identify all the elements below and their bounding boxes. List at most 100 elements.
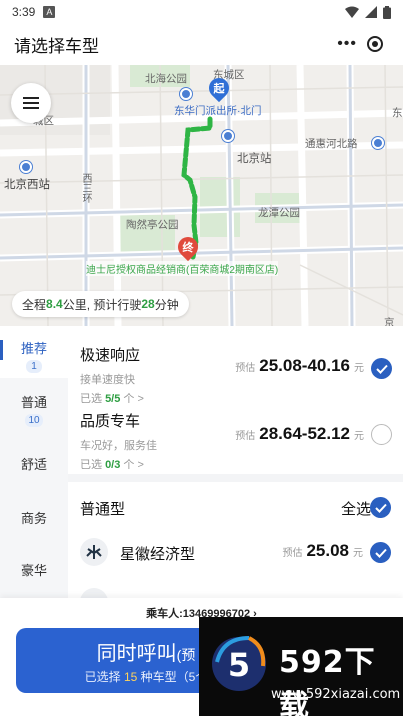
battery-icon — [383, 5, 391, 19]
map-label-west-ring: 西三环 — [80, 173, 91, 203]
select-all-checkbox[interactable] — [370, 497, 391, 518]
end-marker-label: 终 — [182, 242, 194, 254]
checkbox-unchecked[interactable] — [371, 424, 392, 445]
tab-business[interactable]: 商务 — [0, 490, 68, 542]
price-prefix: 预估 — [235, 431, 256, 442]
app-root: 3:39 A 请选择车型 ••• 北海公园 东城区 城区 东华门派出所·北门 北… — [0, 0, 403, 716]
price-unit: 元 — [354, 431, 364, 442]
map-label-taoranting: 陶然亭公园 — [126, 219, 179, 231]
train-station-icon — [222, 130, 234, 142]
call-sub-prefix: 已选择 — [84, 670, 124, 684]
option-selected-count[interactable]: 已选 5/5 个 > — [80, 390, 392, 406]
train-station-icon — [372, 137, 384, 149]
watermark-logo-digit: 5 — [228, 646, 250, 684]
title-bar: 请选择车型 ••• — [0, 24, 403, 64]
price-prefix: 预估 — [235, 363, 256, 374]
price-prefix: 预估 — [282, 548, 303, 559]
car-type-panel: 推荐 1 普通 10 舒适 商务 豪华 极速响应 接单速度快 已选 5/5 个 — [0, 326, 403, 598]
select-all-label[interactable]: 全选 — [341, 498, 371, 519]
sel-prefix: 已选 — [80, 393, 106, 405]
price-unit: 元 — [354, 363, 364, 374]
more-dots-icon[interactable]: ••• — [337, 36, 357, 52]
price-value: 25.08 — [306, 541, 349, 560]
status-icons — [345, 5, 391, 19]
summary-mid: 公里, 预计行驶 — [62, 297, 142, 312]
price-value: 28.64-52.12 — [259, 424, 350, 443]
watermark-title: 592下载 — [279, 645, 376, 716]
tab-label: 普通 — [20, 395, 47, 410]
status-bar: 3:39 A — [0, 0, 403, 24]
watermark-logo-icon: 5 — [212, 636, 266, 691]
map-label-beijing-west: 北京西站 — [4, 179, 50, 191]
map-label-end-poi: 迪士尼授权商品经销商(百荣商城2期南区店) — [86, 261, 279, 276]
hamburger-icon — [23, 97, 39, 109]
call-main-tail: (预 — [176, 647, 196, 663]
price-estimate: 预估 28.64-52.12 元 — [235, 424, 364, 444]
sel-count: 5/5 — [105, 393, 121, 405]
tab-label: 商务 — [20, 511, 47, 526]
option-selected-count[interactable]: 已选 0/3 个 > — [80, 456, 392, 472]
tab-label: 舒适 — [20, 457, 47, 472]
car-brand-icon — [80, 538, 108, 566]
train-station-icon — [20, 161, 32, 173]
sel-prefix: 已选 — [80, 459, 106, 471]
start-marker: 起 — [204, 73, 234, 104]
tab-luxury[interactable]: 豪华 — [0, 542, 68, 598]
checkmark-icon — [375, 364, 388, 374]
tab-comfort[interactable]: 舒适 — [0, 434, 68, 490]
summary-prefix: 全程 — [22, 297, 47, 312]
price-estimate: 预估 25.08-40.16 元 — [235, 356, 364, 376]
map-label-tonghui: 通惠河北路 — [305, 138, 358, 150]
route-summary: 全程 8.4 公里, 预计行驶 28 分钟 — [12, 291, 189, 317]
target-close-icon[interactable] — [367, 36, 383, 52]
sel-suffix: 个 > — [120, 459, 144, 471]
option-list: 极速响应 接单速度快 已选 5/5 个 > 预估 25.08-40.16 元 品… — [68, 326, 403, 598]
map-label-beijing-station: 北京站 — [237, 153, 272, 165]
car-checkbox[interactable] — [370, 542, 391, 563]
price-unit: 元 — [353, 548, 363, 559]
notification-a-icon: A — [43, 6, 56, 18]
police-station-icon — [180, 88, 192, 100]
wifi-icon — [345, 6, 359, 18]
summary-minutes: 28 — [141, 297, 155, 311]
tab-label: 推荐 — [20, 341, 47, 356]
summary-distance: 8.4 — [46, 297, 63, 311]
car-name: 星徽经济型 — [120, 546, 196, 563]
start-marker-label: 起 — [213, 83, 225, 95]
status-left: 3:39 A — [12, 5, 56, 19]
tab-badge: 1 — [26, 360, 42, 373]
call-sub-count: 15 — [123, 670, 138, 684]
map-menu-button[interactable] — [11, 83, 51, 123]
car-brand-icon — [80, 588, 108, 598]
tab-normal[interactable]: 普通 10 — [0, 378, 68, 434]
option-quality[interactable]: 品质专车 车况好，服务佳 已选 0/3 个 > 预估 28.64-52.12 元 — [80, 410, 392, 471]
watermark-url: www.592xiazai.com — [271, 687, 401, 702]
price-value: 25.08-40.16 — [259, 356, 350, 375]
map-label-jing-partial: 京 — [384, 317, 395, 326]
sel-suffix: 个 > — [120, 393, 144, 405]
watermark: 5 592下载 www.592xiazai.com — [199, 617, 403, 716]
option-fast-response[interactable]: 极速响应 接单速度快 已选 5/5 个 > 预估 25.08-40.16 元 — [80, 344, 392, 405]
checkbox-checked[interactable] — [371, 358, 392, 379]
route-map[interactable]: 北海公园 东城区 城区 东华门派出所·北门 北京站 通惠河北路 北京西站 西三环… — [0, 65, 403, 326]
clock: 3:39 — [12, 5, 36, 19]
tab-recommend[interactable]: 推荐 1 — [0, 326, 68, 378]
car-price-estimate: 预估 25.08 元 — [282, 541, 363, 561]
checkmark-icon — [374, 503, 387, 513]
page-title: 请选择车型 — [14, 36, 99, 56]
call-main-text: 同时呼叫 — [96, 643, 177, 665]
category-tabs: 推荐 1 普通 10 舒适 商务 豪华 — [0, 326, 68, 598]
end-marker: 终 — [173, 232, 203, 263]
signal-icon — [365, 6, 377, 18]
map-label-donghuamen: 东华门派出所·北门 — [174, 105, 262, 117]
section-divider — [68, 474, 403, 482]
group-title: 普通型 — [80, 501, 126, 518]
map-label-beihai: 北海公园 — [145, 73, 187, 85]
checkmark-icon — [374, 548, 387, 558]
call-sub-suffix: 种车型（5个 — [137, 670, 208, 684]
mini-program-capsule: ••• — [331, 32, 389, 56]
summary-suffix: 分钟 — [154, 297, 179, 312]
map-label-longtan: 龙潭公园 — [258, 207, 300, 219]
map-label-dong-partial: 东 — [392, 107, 403, 119]
sel-count: 0/3 — [105, 459, 121, 471]
